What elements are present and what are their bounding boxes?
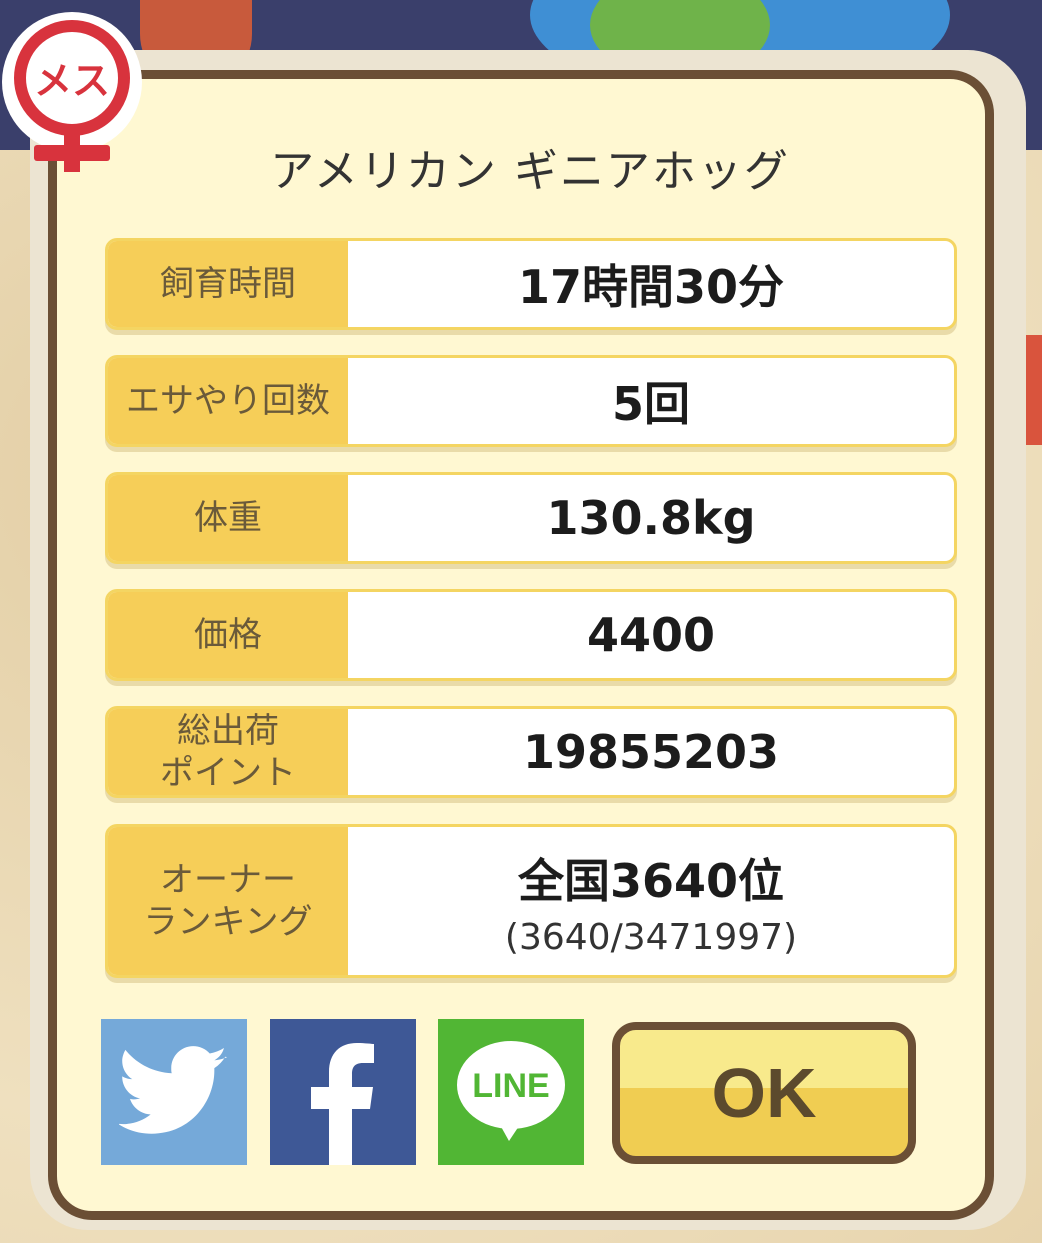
stat-label: 総出荷 ポイント bbox=[108, 709, 348, 795]
female-symbol-icon: メス bbox=[2, 12, 142, 172]
stat-value: 19855203 bbox=[522, 725, 780, 779]
stat-row-total-shipping-points: 総出荷 ポイント 19855203 bbox=[105, 706, 957, 798]
stat-label: 体重 bbox=[108, 475, 348, 561]
stat-value: 5回 bbox=[611, 377, 690, 431]
stat-value-group: 全国3640位 (3640/3471997) bbox=[348, 827, 954, 975]
ranking-value: 全国3640位 bbox=[517, 853, 785, 908]
stat-label: 飼育時間 bbox=[108, 241, 348, 327]
twitter-bird-icon bbox=[119, 1046, 228, 1134]
facebook-f-icon bbox=[311, 1043, 374, 1165]
female-gender-badge: メス bbox=[2, 10, 142, 175]
gender-badge-label: メス bbox=[34, 59, 110, 103]
share-facebook-button[interactable] bbox=[270, 1019, 416, 1165]
stat-row-feeding-count: エサやり回数 5回 bbox=[105, 355, 957, 447]
line-logo-icon: LINE bbox=[457, 1041, 565, 1141]
share-line-button[interactable]: LINE bbox=[438, 1019, 584, 1165]
stat-row-breeding-time: 飼育時間 17時間30分 bbox=[105, 238, 957, 330]
stat-value: 4400 bbox=[586, 608, 716, 662]
stat-row-weight: 体重 130.8kg bbox=[105, 472, 957, 564]
ranking-detail: (3640/3471997) bbox=[504, 916, 798, 958]
pig-breed-title: アメリカン ギニアホッグ bbox=[270, 146, 790, 197]
share-twitter-button[interactable] bbox=[101, 1019, 247, 1165]
stat-row-price: 価格 4400 bbox=[105, 589, 957, 681]
stat-label: 価格 bbox=[108, 592, 348, 678]
ok-button[interactable]: OK bbox=[612, 1022, 916, 1164]
stat-row-owner-ranking: オーナー ランキング 全国3640位 (3640/3471997) bbox=[105, 824, 957, 978]
stat-value: 17時間30分 bbox=[517, 260, 785, 314]
line-logo-label: LINE bbox=[472, 1067, 549, 1105]
stat-label: エサやり回数 bbox=[108, 358, 348, 444]
stat-value: 130.8kg bbox=[546, 491, 756, 545]
stat-label: オーナー ランキング bbox=[108, 827, 348, 975]
